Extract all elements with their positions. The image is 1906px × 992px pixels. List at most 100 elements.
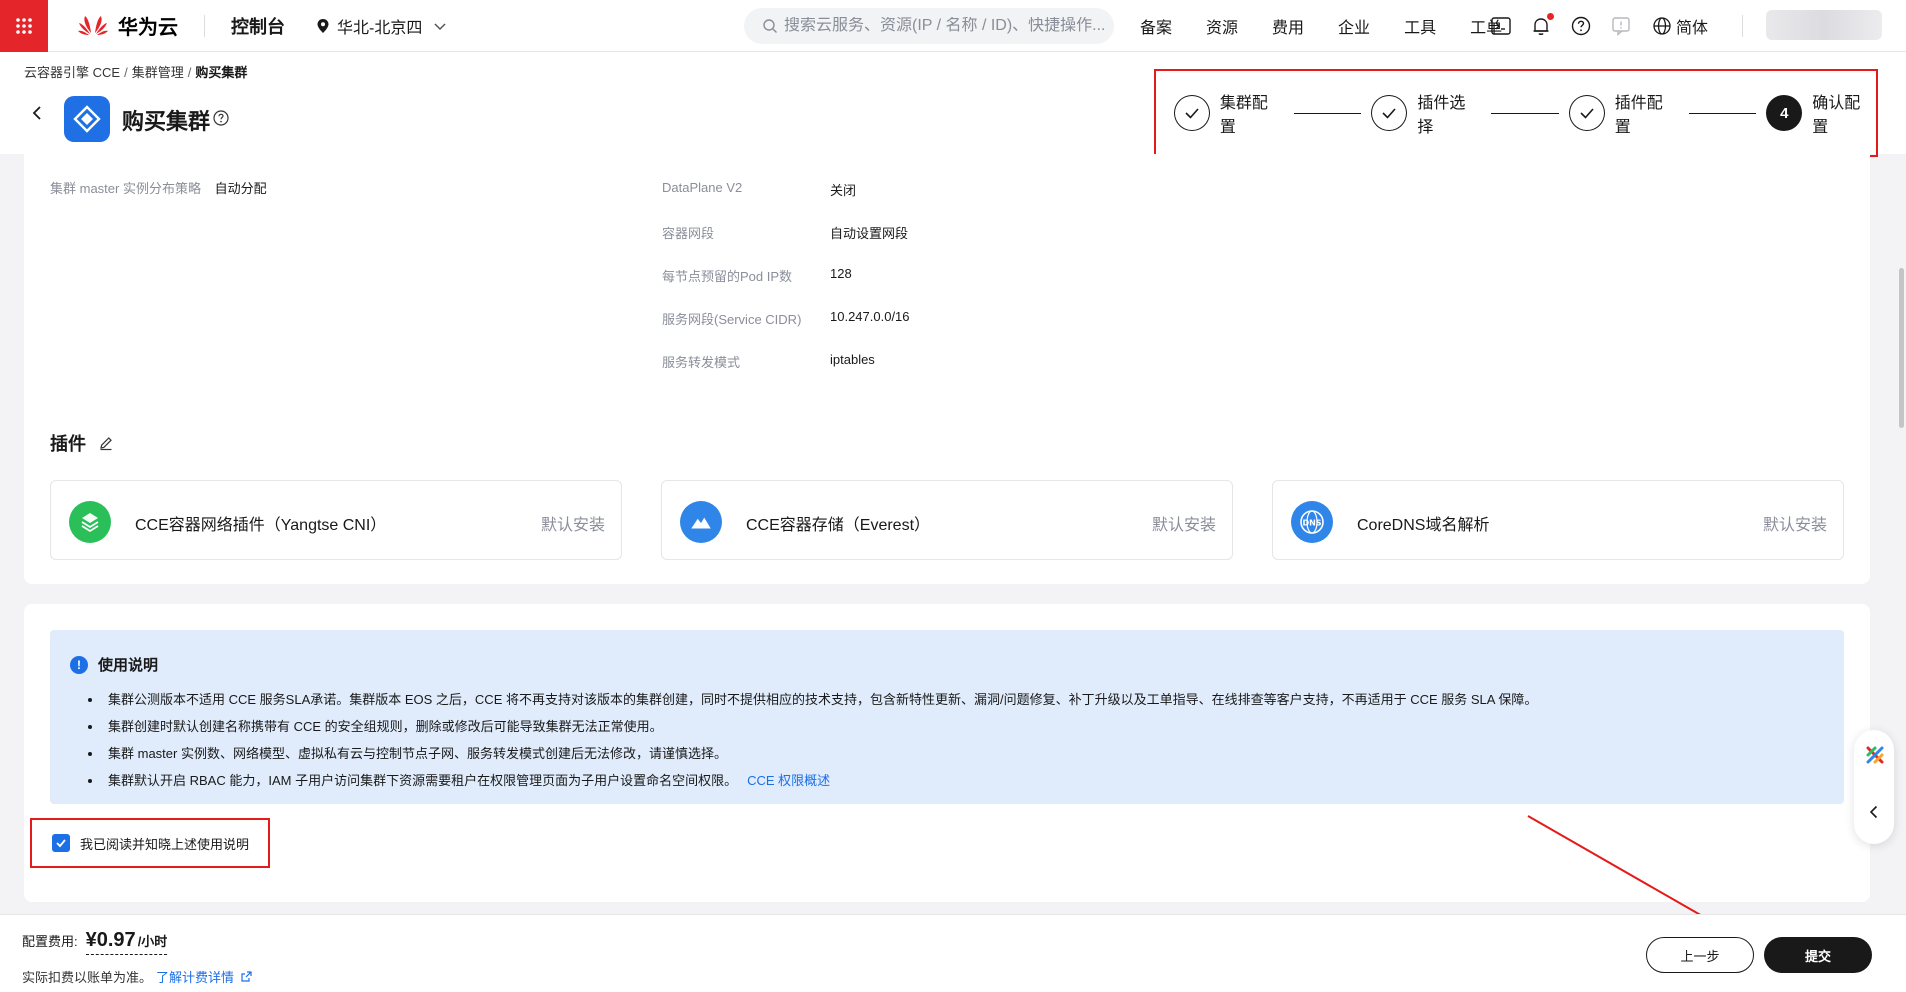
notice-item: 集群公测版本不适用 CCE 服务SLA承诺。集群版本 EOS 之后，CCE 将不… xyxy=(88,686,1537,713)
step-label: 确认配置 xyxy=(1812,95,1861,136)
nav-links: 备案 资源 费用 企业 工具 工单 xyxy=(1140,0,1536,52)
config-item: 容器网段 xyxy=(662,223,714,242)
breadcrumb-cce[interactable]: 云容器引擎 CCE xyxy=(24,65,120,80)
step-done-marker xyxy=(1371,95,1408,131)
notice-list: 集群公测版本不适用 CCE 服务SLA承诺。集群版本 EOS 之后，CCE 将不… xyxy=(88,686,1537,794)
step-active-marker: 4 xyxy=(1766,95,1803,131)
everest-storage-icon xyxy=(680,501,722,543)
language-label: 简体 xyxy=(1676,20,1709,37)
addon-card-coredns: DNS CoreDNS域名解析 默认安装 xyxy=(1272,480,1844,560)
fee-note: 实际扣费以账单为准。 了解计费详情 xyxy=(22,967,253,986)
step-addon-select: 插件选择 xyxy=(1371,89,1481,137)
usage-notice: ! 使用说明 集群公测版本不适用 CCE 服务SLA承诺。集群版本 EOS 之后… xyxy=(50,630,1844,804)
config-item: 服务转发模式 xyxy=(662,352,740,371)
fee-price[interactable]: ¥0.97/小时 xyxy=(85,929,168,955)
notice-item: 集群创建时默认创建名称携带有 CCE 的安全组规则，删除或修改后可能导致集群无法… xyxy=(88,713,1537,740)
nav-link-enterprise[interactable]: 企业 xyxy=(1338,14,1370,38)
page-title: 购买集群 xyxy=(122,109,211,134)
page-scrollbar[interactable] xyxy=(1899,268,1904,428)
agree-checkbox[interactable] xyxy=(52,834,70,852)
nav-link-filing[interactable]: 备案 xyxy=(1140,14,1172,38)
agree-label[interactable]: 我已阅读并知晓上述使用说明 xyxy=(80,834,249,853)
addons-section-title: 插件 xyxy=(50,430,114,456)
config-item: 每节点预留的Pod IP数 xyxy=(662,266,792,285)
terminal-icon xyxy=(1491,17,1511,35)
notice-item-text: 集群默认开启 RBAC 能力，IAM 子用户访问集群下资源需要租户在权限管理页面… xyxy=(108,773,738,788)
huawei-cloud-logo[interactable]: 华为云 xyxy=(76,11,178,41)
global-search[interactable] xyxy=(744,8,1114,44)
cloud-shell-button[interactable] xyxy=(1490,15,1512,37)
back-arrow-icon[interactable] xyxy=(28,104,46,122)
question-circle-icon xyxy=(1571,16,1591,36)
notifications-button[interactable] xyxy=(1530,13,1554,37)
check-icon xyxy=(1580,108,1594,119)
submit-button[interactable]: 提交 xyxy=(1764,937,1872,973)
addon-card-everest: CCE容器存储（Everest） 默认安装 xyxy=(661,480,1233,560)
step-label: 集群配置 xyxy=(1219,95,1268,136)
service-menu-button[interactable] xyxy=(0,0,48,52)
step-label: 插件选择 xyxy=(1417,95,1466,136)
config-key: 服务转发模式 xyxy=(662,355,741,370)
notice-item: 集群默认开启 RBAC 能力，IAM 子用户访问集群下资源需要租户在权限管理页面… xyxy=(88,767,1537,794)
config-key: 服务网段(Service CIDR) xyxy=(662,312,802,327)
breadcrumb-current: 购买集群 xyxy=(195,65,248,80)
config-key: 集群 master 实例分布策略 xyxy=(50,181,201,196)
assistant-icon[interactable] xyxy=(1864,744,1886,766)
region-selector[interactable]: 华北-北京四 xyxy=(315,14,454,38)
config-value: 关闭 xyxy=(830,183,857,198)
title-help-icon[interactable] xyxy=(212,109,230,127)
console-link[interactable]: 控制台 xyxy=(231,13,285,39)
addon-status: 默认安装 xyxy=(1762,517,1827,534)
step-connector xyxy=(1293,112,1362,114)
notice-header: ! 使用说明 xyxy=(70,654,158,675)
step-done-marker xyxy=(1174,95,1210,131)
feedback-button[interactable] xyxy=(1610,15,1632,37)
coredns-icon-text: DNS xyxy=(1302,519,1321,528)
step-connector xyxy=(1491,112,1559,114)
region-label: 华北-北京四 xyxy=(337,19,423,37)
user-account-menu[interactable] xyxy=(1766,10,1882,40)
nav-icons: 简体 xyxy=(1490,0,1708,52)
check-icon xyxy=(1185,108,1199,119)
help-button[interactable] xyxy=(1570,15,1592,37)
checkmark-icon xyxy=(56,839,66,848)
fee-amount: ¥0.97 xyxy=(85,929,136,951)
config-key: 每节点预留的Pod IP数 xyxy=(662,269,793,284)
grid-icon xyxy=(16,17,32,34)
config-value: 自动分配 xyxy=(214,181,267,196)
search-input[interactable] xyxy=(784,17,1104,35)
config-item: 集群 master 实例分布策略 自动分配 xyxy=(50,178,267,197)
language-switch[interactable]: 简体 xyxy=(1652,14,1708,38)
config-fee: 配置费用: ¥0.97/小时 xyxy=(22,929,168,955)
billing-details-link[interactable]: 了解计费详情 xyxy=(156,967,253,986)
location-pin-icon xyxy=(317,18,329,33)
floating-side-panel xyxy=(1854,730,1894,844)
cce-logo-icon xyxy=(73,105,101,133)
addon-name: CoreDNS域名解析 xyxy=(1357,517,1490,534)
nav-link-billing[interactable]: 费用 xyxy=(1272,14,1304,38)
nav-link-tools[interactable]: 工具 xyxy=(1404,14,1436,38)
collapse-chevron-icon[interactable] xyxy=(1866,804,1882,820)
config-value: 128 xyxy=(830,266,852,281)
huawei-logo-icon xyxy=(78,15,108,35)
config-summary-card: 集群 master 实例分布策略 自动分配 DataPlane V2 关闭 容器… xyxy=(24,154,1870,584)
edit-icon[interactable] xyxy=(98,435,114,451)
config-value: iptables xyxy=(830,352,875,367)
billing-details-label: 了解计费详情 xyxy=(156,970,235,985)
step-label: 插件配置 xyxy=(1614,95,1663,136)
config-key: 容器网段 xyxy=(662,226,715,241)
cce-permission-link[interactable]: CCE 权限概述 xyxy=(747,773,830,788)
previous-step-button[interactable]: 上一步 xyxy=(1646,937,1754,973)
step-cluster-config: 集群配置 xyxy=(1174,89,1284,137)
agree-checkbox-row[interactable]: 我已阅读并知晓上述使用说明 xyxy=(30,818,270,868)
chevron-down-icon xyxy=(434,22,446,30)
addons-title: 插件 xyxy=(50,434,86,454)
nav-divider xyxy=(204,14,205,37)
breadcrumb-cluster-management[interactable]: 集群管理 xyxy=(132,65,184,80)
addon-name: CCE容器存储（Everest） xyxy=(746,517,931,534)
fee-label: 配置费用: xyxy=(22,934,78,949)
notice-title: 使用说明 xyxy=(98,657,159,674)
config-item: 服务网段(Service CIDR) xyxy=(662,309,801,328)
nav-link-resources[interactable]: 资源 xyxy=(1206,14,1238,38)
addon-status: 默认安装 xyxy=(1151,517,1216,534)
